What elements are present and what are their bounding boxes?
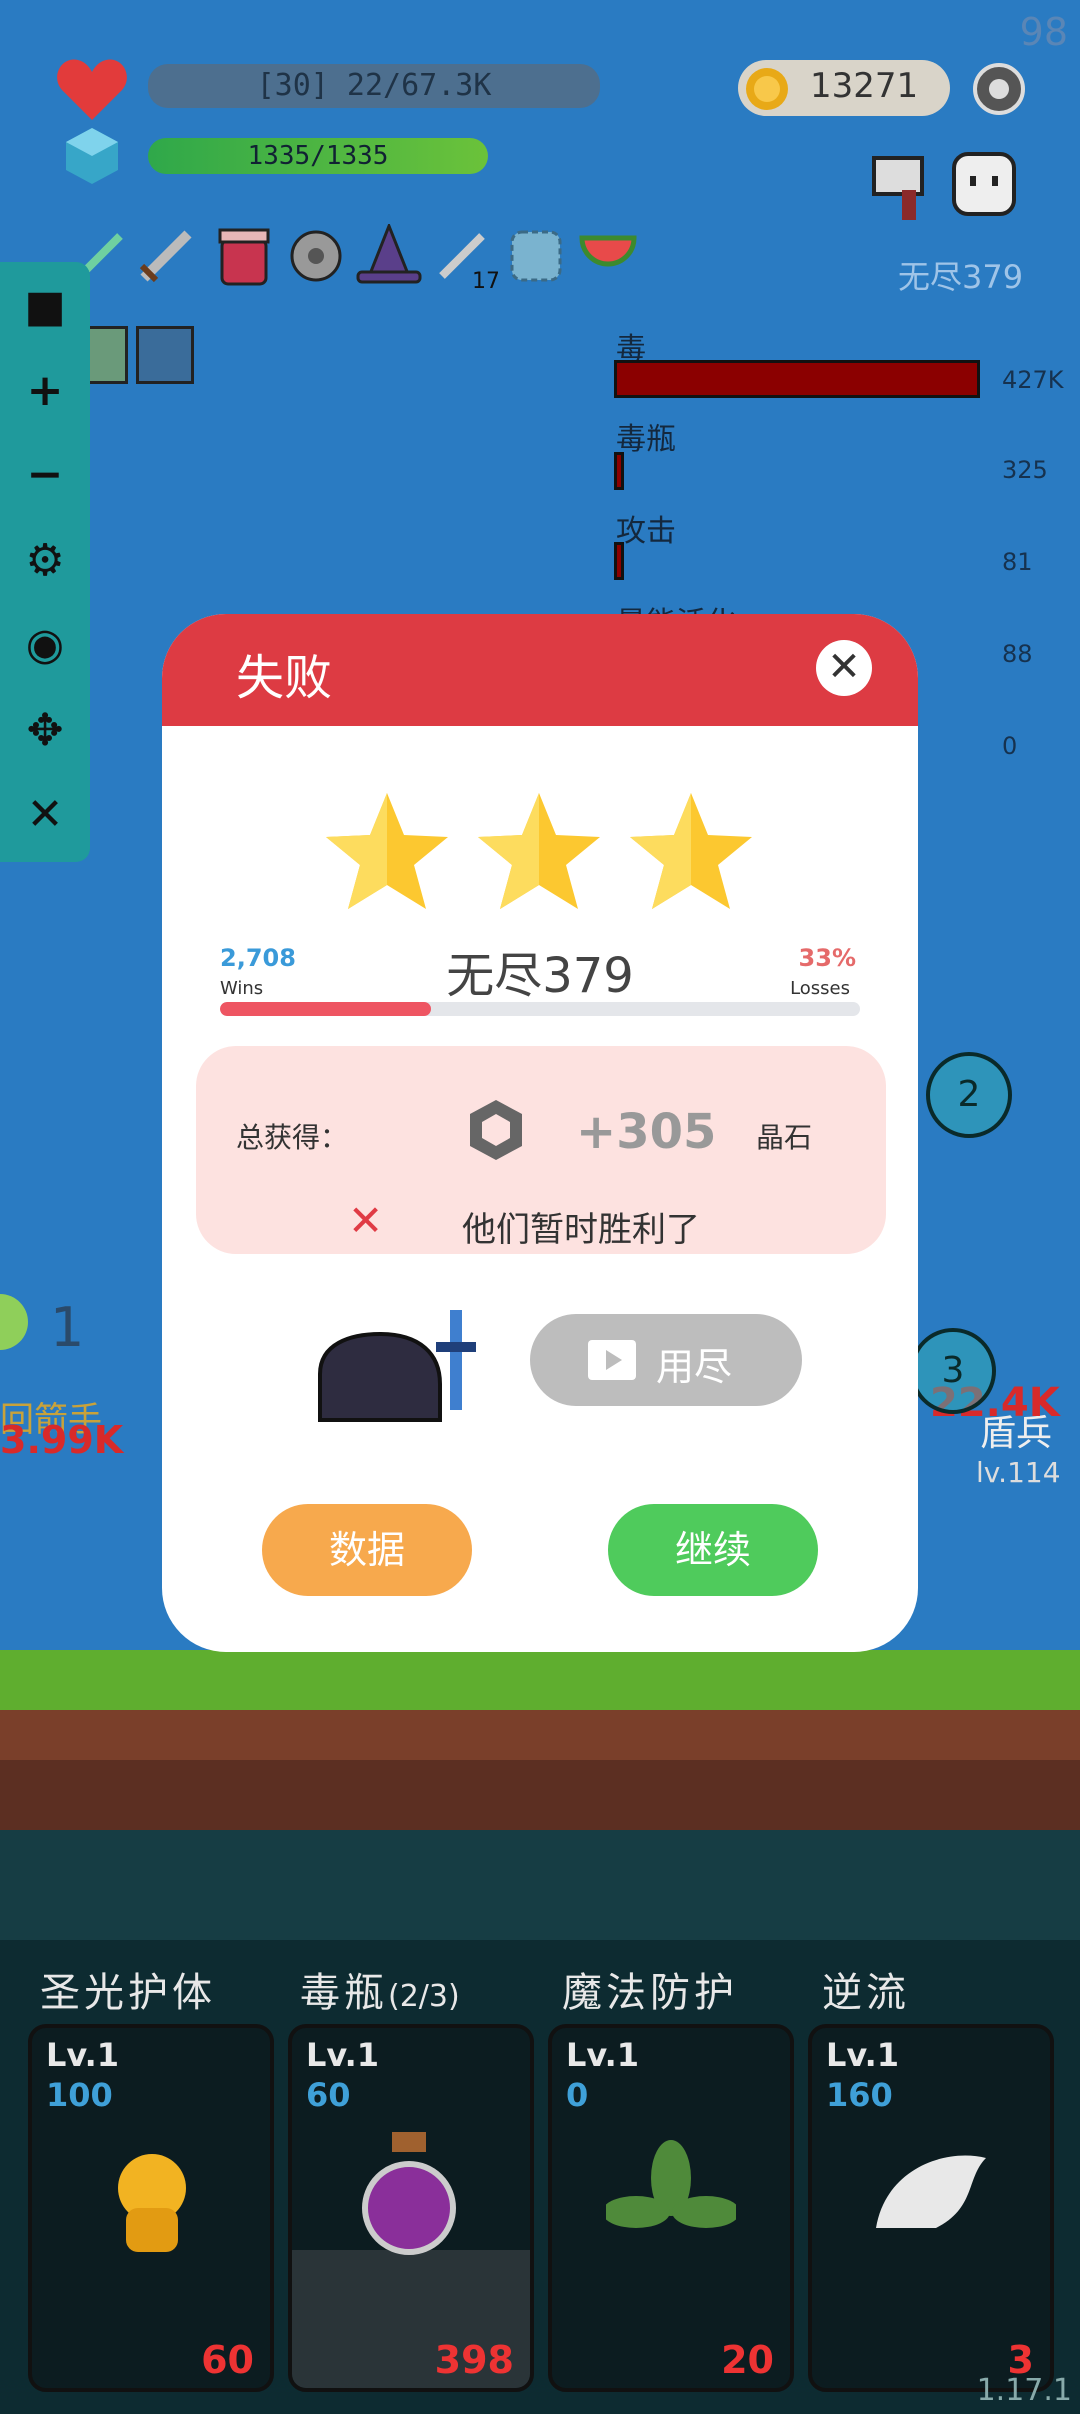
jam-jar-icon[interactable] [216,226,272,286]
dirt-lower-layer [0,1760,1080,1830]
stat-value: 81 [1002,548,1033,576]
reward-amount: +305 [576,1104,717,1160]
tombstone-sword-icon [310,1304,480,1428]
skill-title-sub: (2/3) [388,1979,460,2014]
stat-value: 325 [1002,456,1048,484]
skull-icon [0,1294,28,1350]
coin-icon [744,66,790,116]
scene-left-dmg: 3.99K [0,1418,124,1462]
endless-level: 无尽379 [898,258,1024,296]
skill-title: 毒瓶(2/3) [300,1960,460,2018]
scene-left-kill: 1 [50,1296,85,1359]
move-icon[interactable]: ✥ [20,706,70,756]
star-icon [322,789,452,919]
sword-icon[interactable] [136,226,196,286]
continue-button[interactable]: 继续 [608,1504,818,1596]
skill-level: Lv.1 [306,2036,380,2074]
version-label: 1.17.1 [976,2373,1072,2408]
video-icon [586,1338,638,1386]
fail-x-icon: ✕ [348,1196,384,1245]
ghost-icon[interactable] [948,148,1020,224]
crystal-icon [66,128,118,188]
crosshair-marker-3: 3 [910,1328,996,1414]
crystal-gem-icon [466,1098,526,1166]
scene-right-level: lv.114 [976,1456,1061,1489]
corner-counter: 98 [1019,10,1068,54]
win-loss-bar-fill [220,1002,432,1016]
stat-value: 0 [1002,732,1018,760]
bottom-panel-top [0,1830,1080,1940]
leaf-icon [602,2138,740,2258]
win-loss-bar [220,1002,860,1016]
skill-level: Lv.1 [46,2036,120,2074]
wizard-hat-icon[interactable] [356,221,422,288]
mp-bar: 1335/1335 [148,138,488,174]
reward-unit: 晶石 [756,1121,813,1154]
skill-title: 魔法防护 [562,1970,738,2016]
star-rating [322,789,762,919]
stat-value: 88 [1002,640,1033,668]
stat-bar [614,360,980,398]
eye-off-icon[interactable]: ◉ [20,620,70,670]
losses-percent: 33% [798,944,856,972]
stat-bar [614,452,624,490]
stats-data-button[interactable]: 数据 [262,1504,472,1596]
skill-title: 圣光护体 [40,1970,216,2016]
stat-name: 毒瓶 [616,422,676,457]
buff-vortex-icon [136,326,194,384]
stat-name: 攻击 [616,514,676,549]
svg-text:17: 17 [472,269,498,290]
stop-icon[interactable]: ■ [20,282,70,332]
skill-title-main: 毒瓶 [300,1970,388,2016]
skill-title: 逆流 [822,1970,910,2016]
skill-card-holy-shield[interactable]: Lv.1 100 60 [28,2024,274,2392]
close-button[interactable]: ✕ [816,640,872,696]
star-icon [626,789,756,919]
item-inventory: 17 [76,221,646,294]
holy-figure-icon [92,2138,212,2258]
potion-icon [354,2128,464,2258]
hp-bar: [30] 22/67.3K [148,64,600,108]
reward-label: 总获得： [236,1121,349,1154]
skill-card-backflow[interactable]: Lv.1 160 3 [808,2024,1054,2392]
empty-slot-icon[interactable] [508,228,564,284]
cleaver-icon[interactable] [862,146,942,230]
cog-icon[interactable]: ⚙ [20,536,70,586]
minus-icon[interactable]: − [20,450,70,500]
heart-icon [56,56,128,126]
wing-icon [866,2148,996,2248]
skill-value: 60 [306,2076,351,2114]
defeat-dialog: 失败 ✕ 2,708 Wins 无尽379 33% Losses 总获得： +3… [162,614,918,1652]
ad-label: 用尽 [656,1345,733,1389]
star-icon [474,789,604,919]
watch-ad-button[interactable]: 用尽 [530,1314,802,1406]
crosshair-marker-2: 2 [926,1052,1012,1138]
skill-card-magic-guard[interactable]: Lv.1 0 20 [548,2024,794,2392]
skill-value: 160 [826,2076,893,2114]
coin-count: 13271 [810,66,919,106]
dagger-icon[interactable]: 17 [432,226,500,294]
sawblade-icon[interactable] [286,226,346,286]
skill-value: 0 [566,2076,589,2114]
close-tool-icon[interactable]: ✕ [20,790,70,840]
dialog-title: 失败 [236,650,333,706]
watermelon-icon[interactable] [578,228,638,284]
losses-label: Losses [790,978,850,999]
skill-level: Lv.1 [826,2036,900,2074]
skill-value: 100 [46,2076,113,2114]
stat-value: 427K [1002,366,1064,394]
side-toolbar: ■ + − ⚙ ◉ ✥ ✕ [0,262,90,862]
plus-icon[interactable]: + [20,366,70,416]
result-text: 他们暂时胜利了 [462,1210,700,1250]
grass-strip [0,1650,1080,1710]
stat-bar [614,542,624,580]
skill-card-poison-bottle[interactable]: Lv.1 60 398 [288,2024,534,2392]
reward-box: 总获得： +305 晶石 ✕ 他们暂时胜利了 [196,1046,886,1254]
settings-gear-icon[interactable] [968,58,1030,124]
skill-count: 60 [201,2338,254,2382]
skill-level: Lv.1 [566,2036,640,2074]
skill-count: 398 [434,2338,514,2382]
skill-count: 20 [721,2338,774,2382]
